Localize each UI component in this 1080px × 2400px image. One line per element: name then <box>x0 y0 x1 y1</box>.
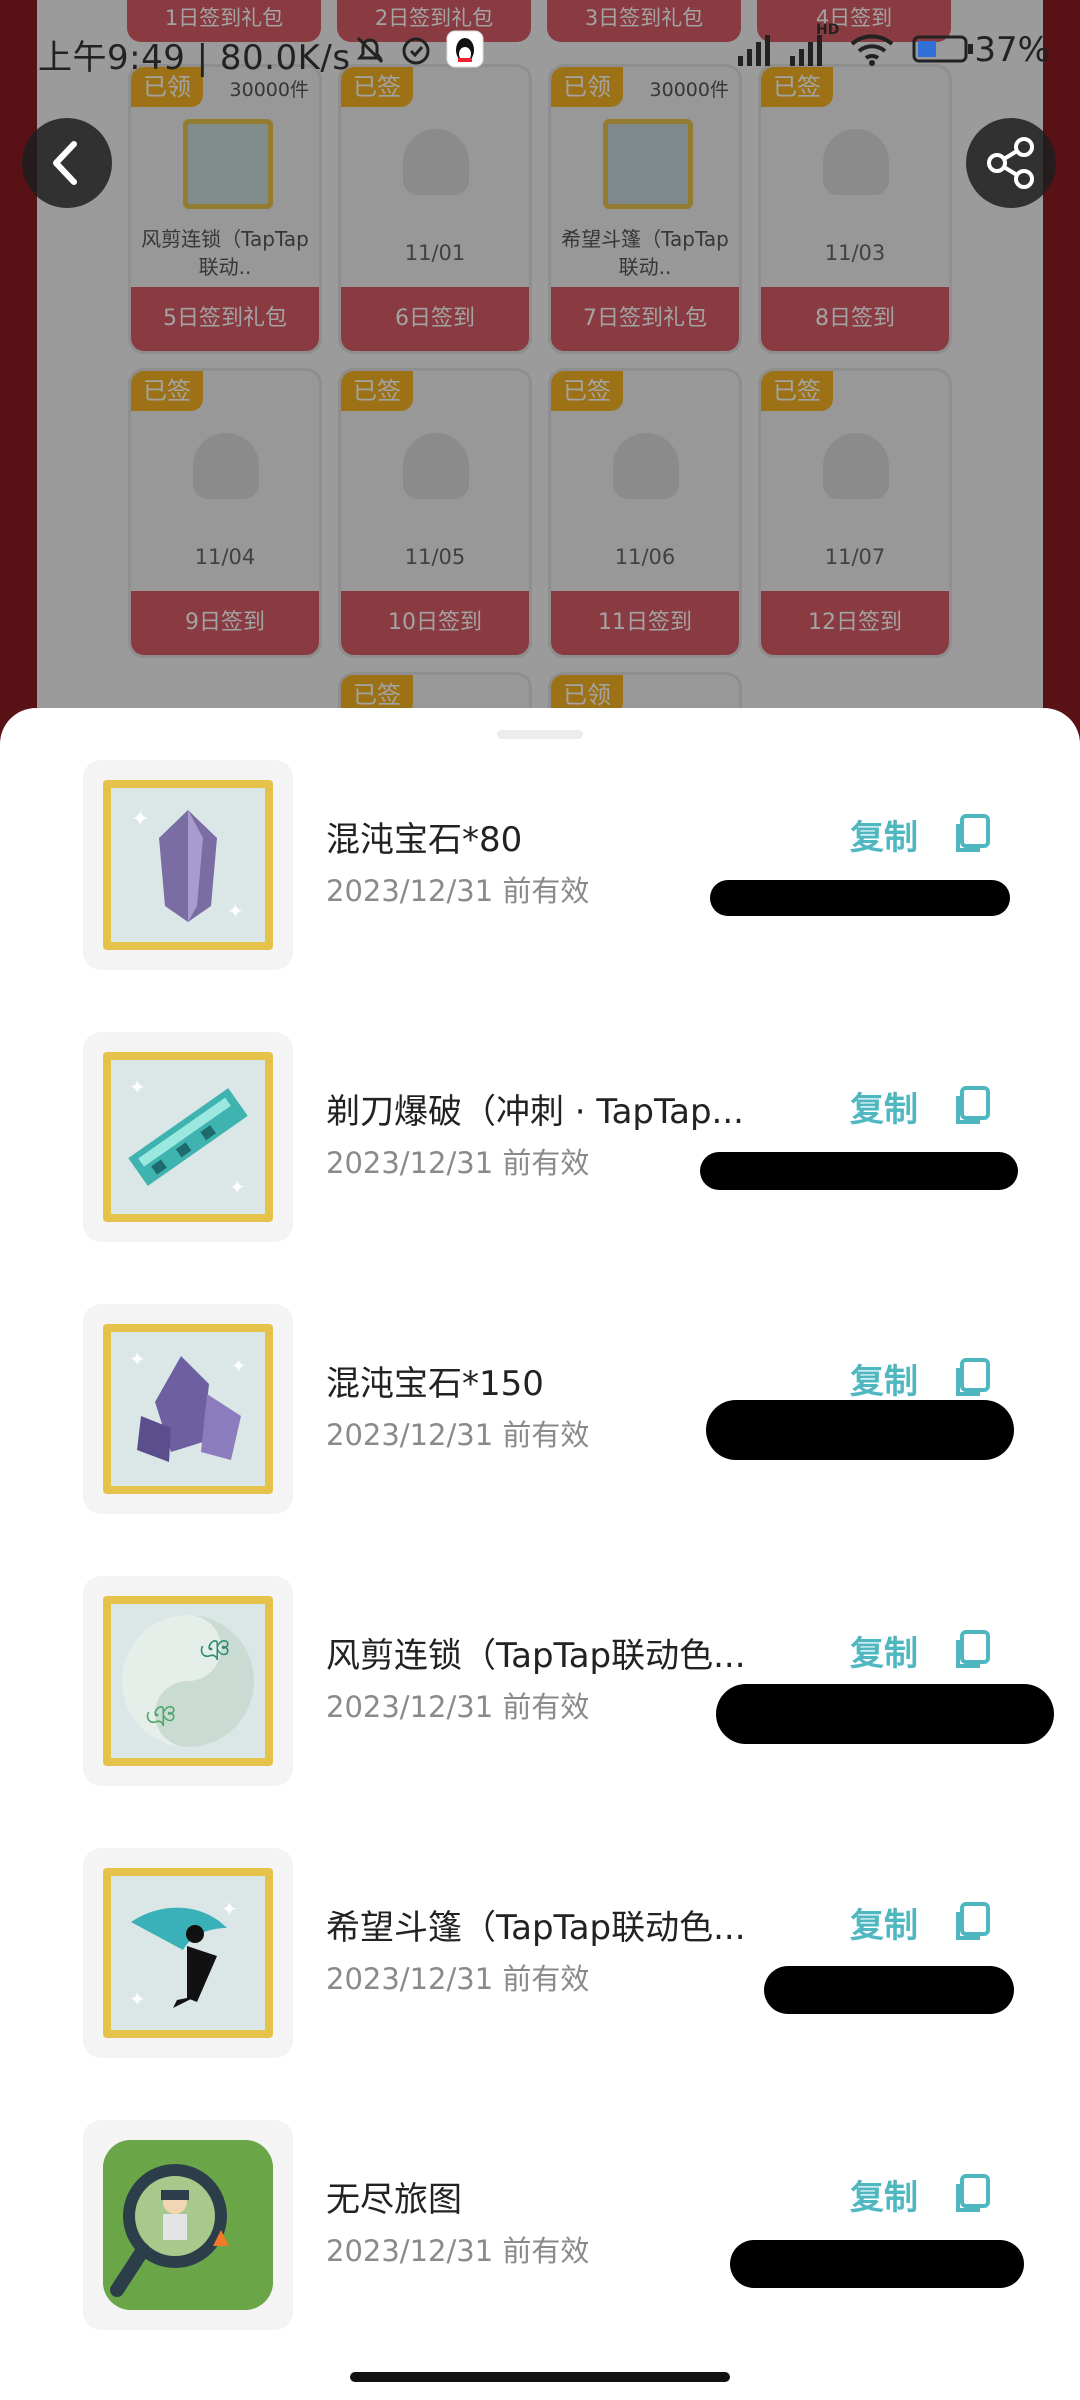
svg-text:✦: ✦ <box>129 1987 146 2011</box>
gift-title: 无尽旅图 <box>326 2180 462 2220</box>
svg-text:✦: ✦ <box>229 1175 246 1199</box>
redaction-mark <box>764 1966 1014 2014</box>
gift-row: ✦ ✦ 希望斗篷（TapTap联动色... 2023/12/31 前有效 复制 <box>0 1848 1080 2058</box>
dim-overlay[interactable] <box>0 0 1080 760</box>
copy-button[interactable]: 复制 <box>850 1082 918 1131</box>
copy-button[interactable]: 复制 <box>850 810 918 859</box>
sheet-drag-handle[interactable] <box>497 730 583 739</box>
copy-icon[interactable] <box>952 1084 992 1128</box>
gift-thumbnail: ✦ ✦ <box>83 760 293 970</box>
copy-icon[interactable] <box>952 1628 992 1672</box>
gift-thumbnail: ✦ ✦ <box>83 1304 293 1514</box>
gift-title: 风剪连锁（TapTap联动色... <box>326 1636 746 1676</box>
wifi-icon <box>850 32 894 75</box>
gift-row: ✦ ✦ 混沌宝石*80 2023/12/31 前有效 复制 <box>0 760 1080 970</box>
redaction-mark <box>730 2240 1024 2288</box>
svg-text:✦: ✦ <box>227 899 244 923</box>
gift-row: ✦ ✦ 混沌宝石*150 2023/12/31 前有效 复制 <box>0 1304 1080 1514</box>
gift-thumbnail: ✦ ✦ <box>83 1032 293 1242</box>
gift-thumbnail <box>83 2120 293 2330</box>
gift-expiry: 2023/12/31 前有效 <box>326 1146 590 1180</box>
status-bar: 上午9:49 | 80.0K/s HD 37% <box>0 0 1080 100</box>
gift-row: ✦ ✦ 剃刀爆破（冲刺 · TapTap... 2023/12/31 前有效 复制 <box>0 1032 1080 1242</box>
razor-blast-icon: ✦ ✦ <box>103 1052 273 1222</box>
svg-text:ঞ: ঞ <box>145 1699 177 1734</box>
gift-row: ঞঞ 风剪连锁（TapTap联动色... 2023/12/31 前有效 复制 <box>0 1576 1080 1786</box>
wind-chain-icon: ঞঞ <box>103 1596 273 1766</box>
svg-text:✦: ✦ <box>129 1075 146 1099</box>
copy-button[interactable]: 复制 <box>850 2170 918 2219</box>
redaction-mark <box>706 1400 1014 1460</box>
svg-text:ঞ: ঞ <box>199 1633 231 1668</box>
battery-percent: 37% <box>974 30 1050 70</box>
svg-text:✦: ✦ <box>129 1347 146 1371</box>
gift-title: 剃刀爆破（冲刺 · TapTap... <box>326 1092 744 1132</box>
network-label: HD <box>816 22 840 38</box>
calendar-page-background: 1日签到礼包 2日签到礼包 3日签到礼包 4日签到 已领 30000件 风剪连锁… <box>0 0 1080 760</box>
redaction-mark <box>716 1684 1054 1744</box>
signal-hd-icon <box>790 32 836 75</box>
endless-map-icon <box>103 2140 273 2310</box>
purple-gem-icon: ✦ ✦ <box>103 780 273 950</box>
svg-text:✦: ✦ <box>231 1356 246 1377</box>
svg-text:✦: ✦ <box>131 807 149 832</box>
redaction-mark <box>700 1152 1018 1190</box>
purple-gem-cluster-icon: ✦ ✦ <box>103 1324 273 1494</box>
home-indicator[interactable] <box>350 2372 730 2382</box>
gift-expiry: 2023/12/31 前有效 <box>326 874 590 908</box>
gift-title: 混沌宝石*150 <box>326 1364 544 1404</box>
mute-bell-icon <box>352 32 388 77</box>
copy-button[interactable]: 复制 <box>850 1898 918 1947</box>
signal-icon <box>738 32 784 75</box>
qq-penguin-icon <box>446 30 484 77</box>
status-time: 上午9:49 | 80.0K/s <box>38 38 351 78</box>
chevron-left-icon <box>53 141 77 185</box>
gift-expiry: 2023/12/31 前有效 <box>326 1962 590 1996</box>
hope-cloak-icon: ✦ ✦ <box>103 1868 273 2038</box>
svg-text:✦: ✦ <box>221 1897 238 1921</box>
gift-expiry: 2023/12/31 前有效 <box>326 2234 590 2268</box>
copy-icon[interactable] <box>952 812 992 856</box>
copy-button[interactable]: 复制 <box>850 1354 918 1403</box>
gift-thumbnail: ✦ ✦ <box>83 1848 293 2058</box>
copy-icon[interactable] <box>952 1356 992 1400</box>
copy-icon[interactable] <box>952 1900 992 1944</box>
back-button[interactable] <box>22 118 112 208</box>
alarm-icon <box>398 32 434 77</box>
gift-title: 希望斗篷（TapTap联动色... <box>326 1908 746 1948</box>
gift-expiry: 2023/12/31 前有效 <box>326 1418 590 1452</box>
copy-button[interactable]: 复制 <box>850 1626 918 1675</box>
copy-icon[interactable] <box>952 2172 992 2216</box>
gift-row: 无尽旅图 2023/12/31 前有效 复制 <box>0 2120 1080 2330</box>
gift-title: 混沌宝石*80 <box>326 820 523 860</box>
gift-expiry: 2023/12/31 前有效 <box>326 1690 590 1724</box>
battery-icon <box>912 32 976 75</box>
share-button[interactable] <box>966 118 1056 208</box>
redaction-mark <box>710 880 1010 916</box>
gift-thumbnail: ঞঞ <box>83 1576 293 1786</box>
share-icon <box>987 137 1034 189</box>
gift-code-sheet: ✦ ✦ 混沌宝石*80 2023/12/31 前有效 复制 ✦ ✦ 剃刀爆破（冲刺 … <box>0 708 1080 2400</box>
